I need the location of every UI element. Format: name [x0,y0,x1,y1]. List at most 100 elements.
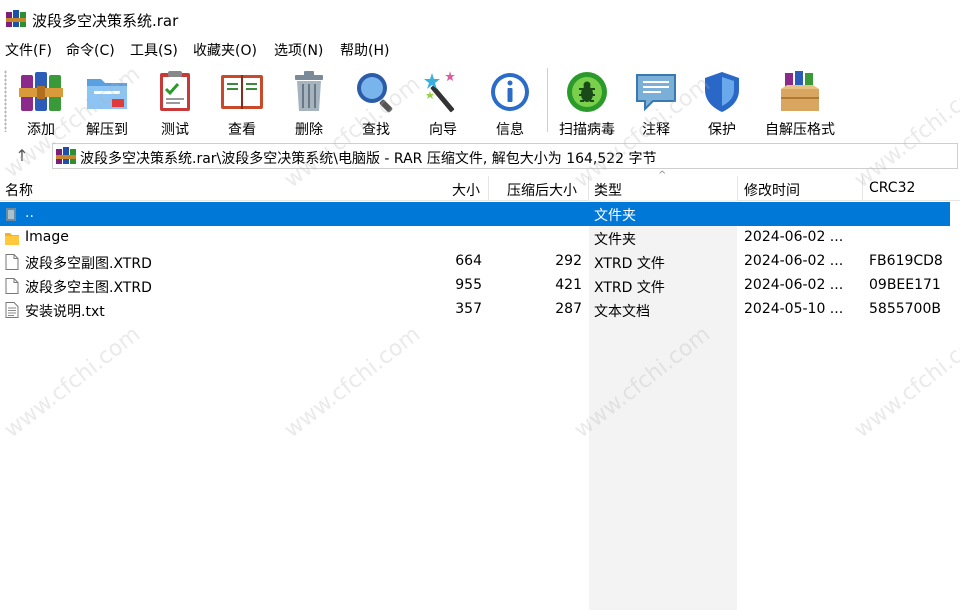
column-divider[interactable] [588,176,589,200]
file-row-parent[interactable]: .. 文件夹 [0,202,960,226]
file-packed-size: 421 [555,277,582,293]
file-size: 955 [455,277,482,293]
file-icon [5,278,19,294]
file-packed-size: 287 [555,301,582,317]
trash-icon [295,71,323,111]
delete-button-label: 删除 [295,122,323,138]
file-row[interactable]: Image 文件夹 2024-06-02 ... [0,226,960,250]
column-divider[interactable] [488,176,489,200]
parent-folder-icon [6,208,16,221]
file-row[interactable]: 安装说明.txt 357 287 文本文档 2024-05-10 ... 585… [0,298,960,322]
file-type: XTRD 文件 [594,280,665,296]
comment-icon [636,74,676,112]
winrar-app-icon [6,10,26,27]
file-icon [5,254,19,270]
file-modified: 2024-06-02 ... [744,253,844,269]
menu-file[interactable]: 文件(F) [5,40,52,60]
view-book-icon [221,75,263,109]
file-modified: 2024-06-02 ... [744,229,844,245]
comment-button-label: 注释 [642,122,670,138]
up-arrow-icon[interactable]: ↑ [10,146,34,166]
file-name: 波段多空副图.XTRD [25,256,152,272]
delete-button[interactable]: 删除 [276,66,342,138]
file-modified: 2024-05-10 ... [744,301,844,317]
test-button[interactable]: 测试 [142,66,208,138]
file-type: 文件夹 [594,208,636,224]
archive-icon [56,147,76,164]
virus-scan-button[interactable]: 扫描病毒 [554,66,620,138]
extract-to-button-label: 解压到 [86,122,128,138]
file-name: 波段多空主图.XTRD [25,280,152,296]
add-books-icon [19,72,63,111]
comment-button[interactable]: 注释 [623,66,689,138]
file-row[interactable]: 波段多空副图.XTRD 664 292 XTRD 文件 2024-06-02 .… [0,250,960,274]
address-path: 波段多空决策系统.rar\波段多空决策系统\电脑版 - RAR 压缩文件, 解包… [80,151,657,167]
window-title: 波段多空决策系统.rar [32,12,179,30]
watermark: www.cfchi.com [279,321,426,444]
column-packed[interactable]: 压缩后大小 [507,180,577,200]
protect-button-label: 保护 [708,122,736,138]
file-size: 357 [455,301,482,317]
view-button[interactable]: 查看 [209,66,275,138]
toolbar-grip[interactable] [4,70,7,132]
watermark: www.cfchi.com [849,321,960,444]
toolbar: 添加 解压到 测试 查看 删除 查找 向导 信息 扫描病毒 注释 保护 自解压格… [0,64,960,138]
wizard-button[interactable]: 向导 [410,66,476,138]
text-file-icon [5,302,19,318]
file-size: 664 [455,253,482,269]
wizard-button-label: 向导 [429,122,457,138]
menu-options[interactable]: 选项(N) [274,40,323,60]
file-crc: FB619CD8 [869,253,943,269]
column-name[interactable]: 名称 [5,180,33,200]
extract-to-button[interactable]: 解压到 [74,66,140,138]
column-mtime[interactable]: 修改时间 [744,180,800,200]
column-divider[interactable] [862,176,863,200]
find-button[interactable]: 查找 [343,66,409,138]
sort-ascending-icon: ^ [658,170,667,181]
toolbar-separator [547,68,548,132]
info-button-label: 信息 [496,122,524,138]
file-crc: 09BEE171 [869,277,941,293]
column-size[interactable]: 大小 [452,180,480,200]
add-button-label: 添加 [27,122,55,138]
selection-highlight [0,202,950,226]
file-packed-size: 292 [555,253,582,269]
info-icon [491,73,529,111]
sfx-button-label: 自解压格式 [765,122,835,138]
menu-bar: 文件(F) 命令(C) 工具(S) 收藏夹(O) 选项(N) 帮助(H) [0,40,960,62]
address-bar[interactable]: 波段多空决策系统.rar\波段多空决策系统\电脑版 - RAR 压缩文件, 解包… [52,143,958,169]
info-button[interactable]: 信息 [477,66,543,138]
find-button-label: 查找 [362,122,390,138]
menu-tools[interactable]: 工具(S) [130,40,178,60]
file-row[interactable]: 波段多空主图.XTRD 955 421 XTRD 文件 2024-06-02 .… [0,274,960,298]
test-checklist-icon [160,71,190,111]
extract-folder-icon [87,79,127,109]
test-button-label: 测试 [161,122,189,138]
file-type: 文件夹 [594,232,636,248]
menu-commands[interactable]: 命令(C) [66,40,115,60]
sfx-button[interactable]: 自解压格式 [762,66,838,138]
shield-icon [705,72,739,112]
watermark: www.cfchi.com [0,321,146,444]
column-type[interactable]: 类型 [594,180,622,200]
column-header: 名称 大小 压缩后大小 类型 ^ 修改时间 CRC32 [0,170,960,201]
column-divider[interactable] [737,176,738,200]
protect-button[interactable]: 保护 [689,66,755,138]
file-name: .. [25,205,34,221]
file-name: 安装说明.txt [25,304,105,320]
file-crc: 5855700B [869,301,941,317]
view-button-label: 查看 [228,122,256,138]
menu-favorites[interactable]: 收藏夹(O) [193,40,257,60]
magnifier-icon [357,73,393,113]
sfx-box-icon [781,71,819,111]
folder-icon [5,233,19,245]
file-name: Image [25,229,69,245]
wizard-wand-icon [424,71,455,113]
add-button[interactable]: 添加 [8,66,74,138]
column-crc[interactable]: CRC32 [869,180,915,196]
menu-help[interactable]: 帮助(H) [340,40,389,60]
file-type: 文本文档 [594,304,650,320]
title-bar: 波段多空决策系统.rar [0,0,960,38]
bug-scan-icon [567,72,607,112]
virus-scan-button-label: 扫描病毒 [559,122,615,138]
